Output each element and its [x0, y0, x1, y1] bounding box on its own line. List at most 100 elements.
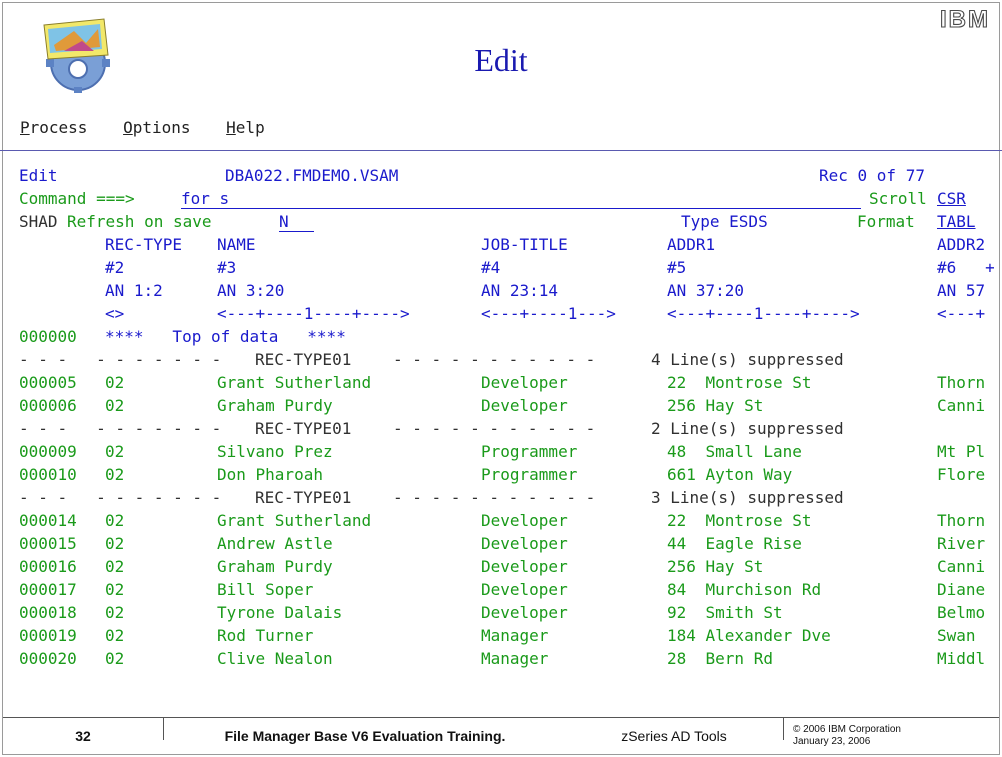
- cell-rectype: 02: [105, 626, 125, 645]
- top-of-data-marker: **** Top of data ****: [105, 327, 346, 346]
- shad-label: SHAD: [19, 212, 58, 231]
- cell-addr2: Mt Pl: [937, 442, 986, 461]
- cell-name: Bill Soper: [217, 580, 314, 599]
- suppressed-count: 3 Line(s) suppressed: [651, 488, 844, 507]
- format-label: Format: [857, 212, 915, 231]
- copyright-block: © 2006 IBM Corporation January 23, 2006: [785, 718, 993, 754]
- top-of-data-row: 000000 **** Top of data ****: [19, 325, 994, 348]
- cell-addr1: 28 Bern Rd: [667, 649, 773, 668]
- suppressed-count: 4 Line(s) suppressed: [651, 350, 844, 369]
- col-num-addr1: #5: [667, 258, 687, 277]
- cell-jobtitle: Developer: [481, 603, 568, 622]
- cell-addr2: Thorn: [937, 511, 986, 530]
- slide-footer: 32 File Manager Base V6 Evaluation Train…: [3, 717, 999, 754]
- cell-addr2: Thorn: [937, 373, 986, 392]
- line-number[interactable]: 000020: [19, 647, 77, 670]
- format-field[interactable]: TABL: [937, 210, 976, 233]
- copyright-text: © 2006 IBM Corporation: [793, 724, 901, 735]
- course-title: File Manager Base V6 Evaluation Training…: [224, 728, 506, 744]
- menu-process[interactable]: Process: [20, 118, 87, 137]
- suppressed-rectype: REC-TYPE01: [255, 350, 352, 369]
- suppressed-rectype: REC-TYPE01: [255, 419, 352, 438]
- line-number[interactable]: 000019: [19, 624, 77, 647]
- options-row: SHAD Refresh on save N Type ESDS Format …: [19, 210, 994, 233]
- line-number[interactable]: 000014: [19, 509, 77, 532]
- cell-addr2: Canni: [937, 557, 986, 576]
- scroll-field[interactable]: CSR: [937, 187, 966, 210]
- suppressed-dash-lead: - - - - - - - - - -: [19, 350, 231, 369]
- menu-mnemonic: O: [123, 118, 133, 137]
- cell-addr2: River: [937, 534, 986, 553]
- menu-bar: Process Options Help: [20, 118, 291, 137]
- cell-addr1: 256 Hay St: [667, 557, 764, 576]
- cell-addr2: Canni: [937, 396, 986, 415]
- cell-jobtitle: Manager: [481, 649, 549, 668]
- record-row: 000018 02 Tyrone Dalais Developer 92 Smith S…: [19, 601, 994, 624]
- cell-jobtitle: Developer: [481, 511, 568, 530]
- record-row: 000014 02 Grant Sutherland Developer 22 Mont…: [19, 509, 994, 532]
- record-row: 000016 02 Graham Purdy Developer 256 Hay St C…: [19, 555, 994, 578]
- col-def-addr2: AN 57: [937, 281, 986, 300]
- record-row: 000015 02 Andrew Astle Developer 44 Eagle Ri…: [19, 532, 994, 555]
- column-def-row: AN 1:2 AN 3:20 AN 23:14 AN 37:20 AN 57: [19, 279, 994, 302]
- line-number[interactable]: 000006: [19, 394, 77, 417]
- suppressed-dash-lead: - - - - - - - - - -: [19, 488, 231, 507]
- record-row: 000006 02 Graham Purdy Developer 256 Hay St C…: [19, 394, 994, 417]
- col-ruler-name: <---+----1----+---->: [217, 304, 410, 323]
- cell-addr2: Belmo: [937, 603, 986, 622]
- col-name-rectype: REC-TYPE: [105, 235, 183, 254]
- cell-rectype: 02: [105, 649, 125, 668]
- line-number[interactable]: 000009: [19, 440, 77, 463]
- line-number[interactable]: 000016: [19, 555, 77, 578]
- cell-addr1: 22 Montrose St: [667, 373, 812, 392]
- cell-rectype: 02: [105, 396, 125, 415]
- menu-mnemonic: H: [226, 118, 236, 137]
- col-num-rectype: #2: [105, 258, 125, 277]
- col-num-jobtitle: #4: [481, 258, 501, 277]
- refresh-field[interactable]: N: [279, 210, 289, 233]
- col-def-addr1: AN 37:20: [667, 281, 745, 300]
- command-input[interactable]: for s: [181, 187, 229, 210]
- suppressed-count: 2 Line(s) suppressed: [651, 419, 844, 438]
- col-ruler-rectype: <>: [105, 304, 125, 323]
- cell-addr1: 661 Ayton Way: [667, 465, 793, 484]
- line-number[interactable]: 000018: [19, 601, 77, 624]
- cell-addr2: Flore: [937, 465, 986, 484]
- cell-rectype: 02: [105, 511, 125, 530]
- cell-addr1: 92 Smith St: [667, 603, 783, 622]
- cell-name: Clive Nealon: [217, 649, 333, 668]
- type-label: Type ESDS: [681, 212, 768, 231]
- line-number[interactable]: 000010: [19, 463, 77, 486]
- column-num-row: #2 #3 #4 #5 #6 +: [19, 256, 994, 279]
- col-name-addr1: ADDR1: [667, 235, 716, 254]
- cell-name: Don Pharoah: [217, 465, 323, 484]
- product-name: zSeries AD Tools: [621, 728, 727, 744]
- scroll-label: Scroll: [869, 189, 927, 208]
- command-row: Command ===> for s Scroll CSR: [19, 187, 994, 210]
- refresh-label: Refresh on save: [67, 212, 212, 231]
- cell-rectype: 02: [105, 557, 125, 576]
- record-row: 000005 02 Grant Sutherland Developer 22 Mont…: [19, 371, 994, 394]
- cell-addr2: Diane: [937, 580, 986, 599]
- line-number[interactable]: 000000: [19, 325, 77, 348]
- cell-jobtitle: Developer: [481, 373, 568, 392]
- cell-jobtitle: Developer: [481, 396, 568, 415]
- col-name-addr2: ADDR2: [937, 235, 986, 254]
- col-def-name: AN 3:20: [217, 281, 285, 300]
- menu-help[interactable]: Help: [226, 118, 265, 137]
- col-ruler-addr1: <---+----1----+---->: [667, 304, 860, 323]
- cell-name: Graham Purdy: [217, 396, 333, 415]
- cell-rectype: 02: [105, 580, 125, 599]
- panel-mode: Edit: [19, 166, 58, 185]
- line-number[interactable]: 000005: [19, 371, 77, 394]
- cell-jobtitle: Developer: [481, 580, 568, 599]
- line-number[interactable]: 000015: [19, 532, 77, 555]
- record-list: - - - - - - - - - - REC-TYPE01 - - - - - …: [19, 348, 994, 670]
- line-number[interactable]: 000017: [19, 578, 77, 601]
- command-input-underline: [181, 208, 861, 209]
- edit-panel: Edit DBA022.FMDEMO.VSAM Rec 0 of 77 Comm…: [19, 164, 994, 712]
- footer-divider: [163, 718, 164, 740]
- menu-options[interactable]: Options: [123, 118, 190, 137]
- cell-rectype: 02: [105, 373, 125, 392]
- suppressed-row: - - - - - - - - - - REC-TYPE01 - - - - - …: [19, 417, 994, 440]
